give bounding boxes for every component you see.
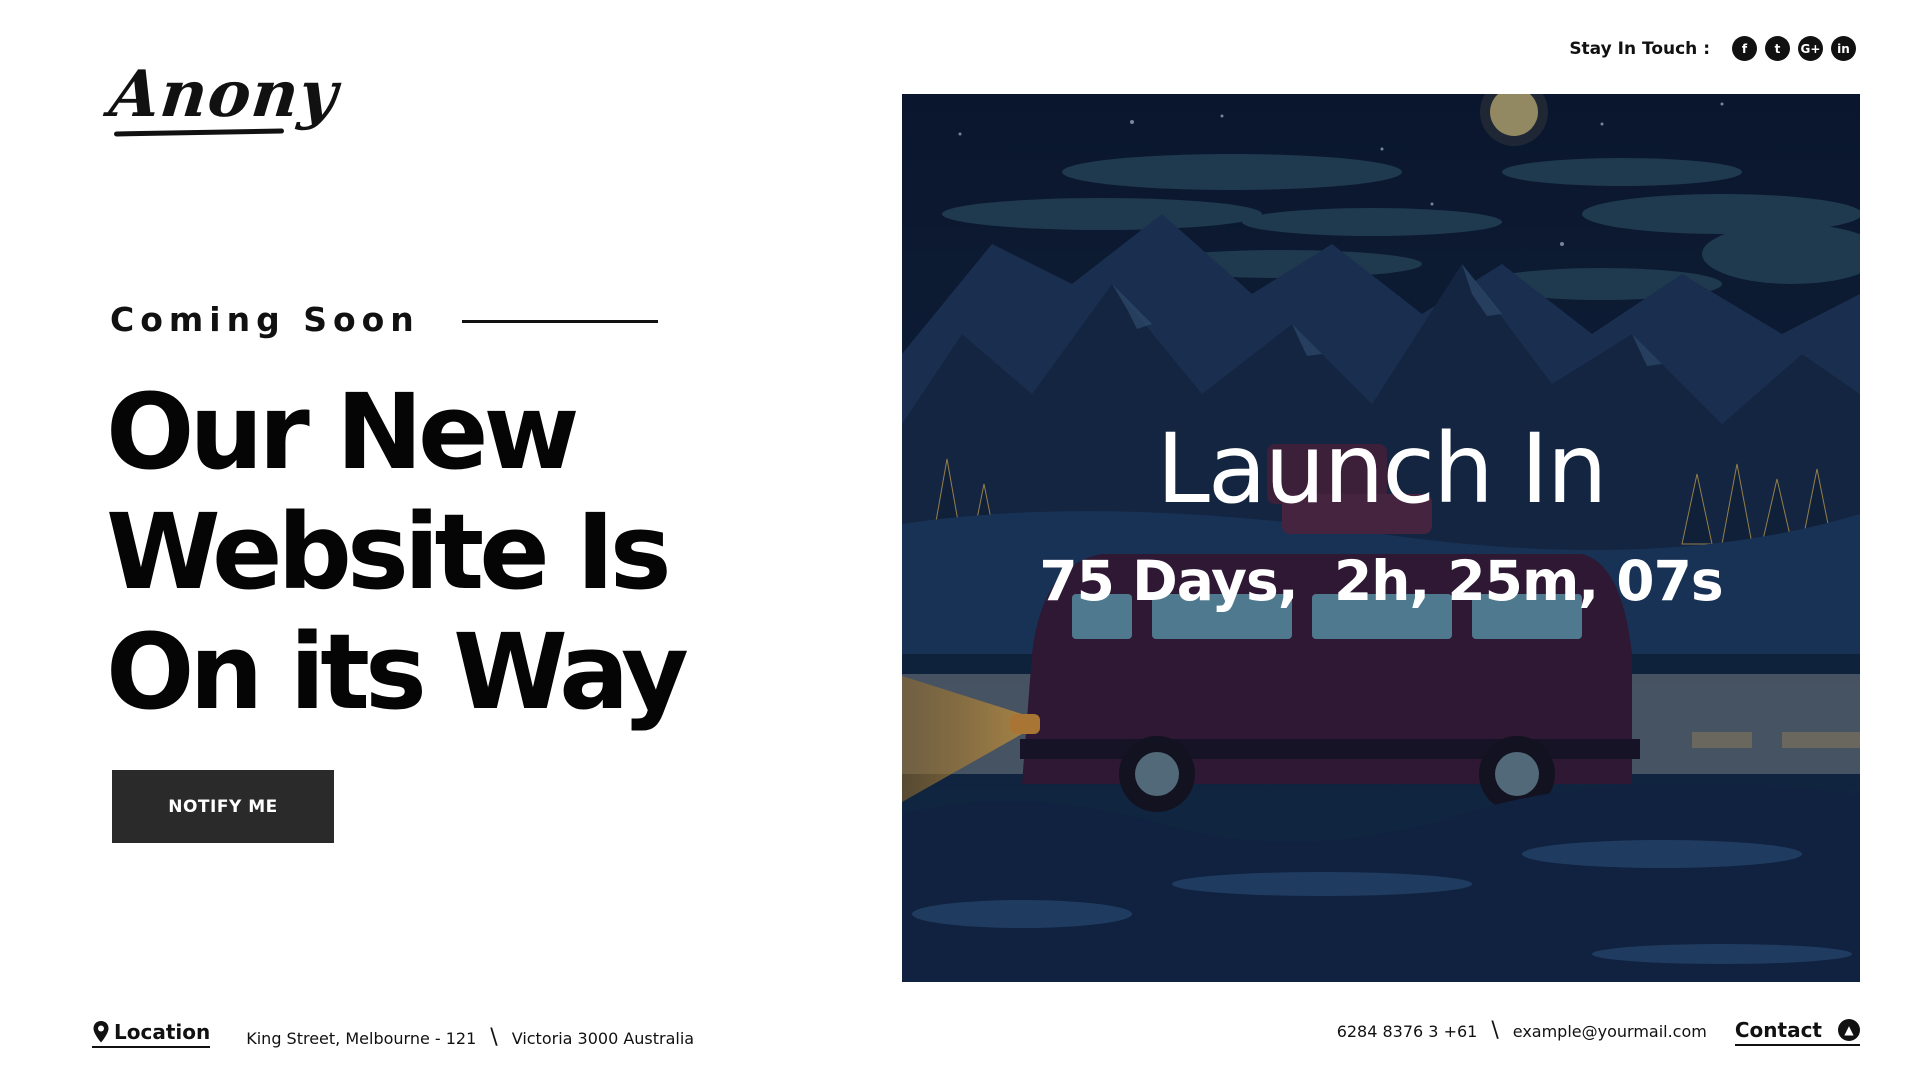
headline-line-3: On its Way xyxy=(106,611,689,733)
logo-text: Anony xyxy=(106,57,342,132)
brand-logo[interactable]: Anony xyxy=(106,50,342,150)
night-van-scene xyxy=(902,94,1860,982)
launch-title: Launch In xyxy=(1156,413,1607,525)
social-label: Stay In Touch : xyxy=(1569,38,1710,59)
location-link[interactable]: Location xyxy=(92,1020,211,1048)
coming-soon-divider xyxy=(461,320,658,323)
social-links: Stay In Touch : f t G+ in xyxy=(1569,36,1856,61)
linkedin-icon[interactable]: in xyxy=(1831,36,1856,61)
address-line-1: King Street, Melbourne - 121 xyxy=(246,1029,477,1048)
coming-soon-label: Coming Soon xyxy=(110,300,420,339)
contact-separator: \ xyxy=(1491,1018,1499,1043)
headline-line-2: Website Is xyxy=(106,491,672,613)
map-pin-icon xyxy=(93,1021,109,1043)
contact-link[interactable]: Contact ▲ xyxy=(1734,1018,1860,1046)
countdown-timer: 75 Days, 2h, 25m, 07s xyxy=(1039,549,1723,613)
location-label: Location xyxy=(114,1020,211,1044)
address-separator: \ xyxy=(490,1025,498,1050)
headline-line-1: Our New xyxy=(106,371,580,493)
address-line-2: Victoria 3000 Australia xyxy=(511,1029,695,1048)
page-headline: Our New Website Is On its Way xyxy=(106,372,806,732)
google-plus-icon[interactable]: G+ xyxy=(1798,36,1823,61)
twitter-icon[interactable]: t xyxy=(1765,36,1790,61)
notify-me-button[interactable]: NOTIFY ME xyxy=(112,770,334,843)
footer-contact: 6284 8376 3 +61 \ example@yourmail.com C… xyxy=(1337,1018,1860,1046)
coming-soon-row: Coming Soon xyxy=(110,300,658,339)
phone-number[interactable]: 6284 8376 3 +61 xyxy=(1337,1022,1478,1041)
facebook-icon[interactable]: f xyxy=(1732,36,1757,61)
email-address[interactable]: example@yourmail.com xyxy=(1513,1022,1707,1041)
footer-location: Location King Street, Melbourne - 121 \ … xyxy=(92,1020,694,1050)
contact-label: Contact xyxy=(1734,1018,1822,1042)
arrow-up-icon: ▲ xyxy=(1838,1019,1860,1041)
hero-illustration: Launch In 75 Days, 2h, 25m, 07s xyxy=(902,94,1860,982)
